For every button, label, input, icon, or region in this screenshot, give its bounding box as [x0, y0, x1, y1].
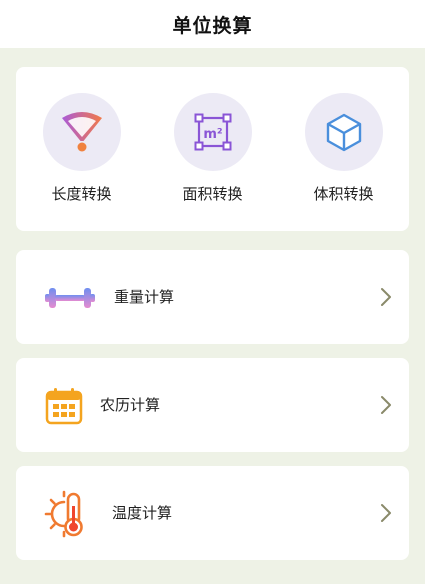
area-m2-icon: m²: [194, 113, 231, 151]
temperature-icon-wrap: [42, 488, 94, 540]
volume-conversion-button[interactable]: 体积转换: [278, 67, 409, 231]
thermometer-sun-icon: [44, 490, 83, 538]
dumbbell-icon: [45, 288, 95, 308]
lunar-calendar-label: 农历计算: [100, 396, 161, 414]
cube-icon: [326, 113, 361, 152]
calendar-icon-wrap: [38, 380, 90, 432]
area-conversion-button[interactable]: m² 面积转换: [147, 67, 278, 231]
calendar-icon: [45, 388, 83, 425]
page-title: 单位换算: [172, 14, 253, 37]
length-conversion-button[interactable]: 长度转换: [16, 67, 147, 231]
temperature-calculator-row[interactable]: 温度计算: [16, 466, 409, 560]
area-conversion-label: 面积转换: [182, 185, 243, 203]
volume-conversion-label: 体积转换: [313, 185, 374, 203]
fan-ruler-icon: [61, 112, 102, 152]
app-header: 单位换算: [0, 0, 425, 48]
lunar-calendar-row[interactable]: 农历计算: [16, 358, 409, 452]
conversion-card: 长度转换 m² 面积转换 体积转换: [16, 67, 409, 231]
weight-calculator-row[interactable]: 重量计算: [16, 250, 409, 344]
length-icon-circle: [42, 93, 121, 171]
chevron-right-icon: [381, 504, 391, 522]
chevron-right-icon: [381, 396, 391, 414]
length-conversion-label: 长度转换: [51, 185, 112, 203]
volume-icon-circle: [304, 93, 383, 171]
weight-icon-wrap: [44, 272, 96, 324]
chevron-right-icon: [381, 288, 391, 306]
area-icon-text: m²: [203, 127, 222, 142]
temperature-calculator-label: 温度计算: [112, 504, 173, 522]
area-icon-circle: m²: [173, 93, 252, 171]
weight-calculator-label: 重量计算: [114, 288, 175, 306]
